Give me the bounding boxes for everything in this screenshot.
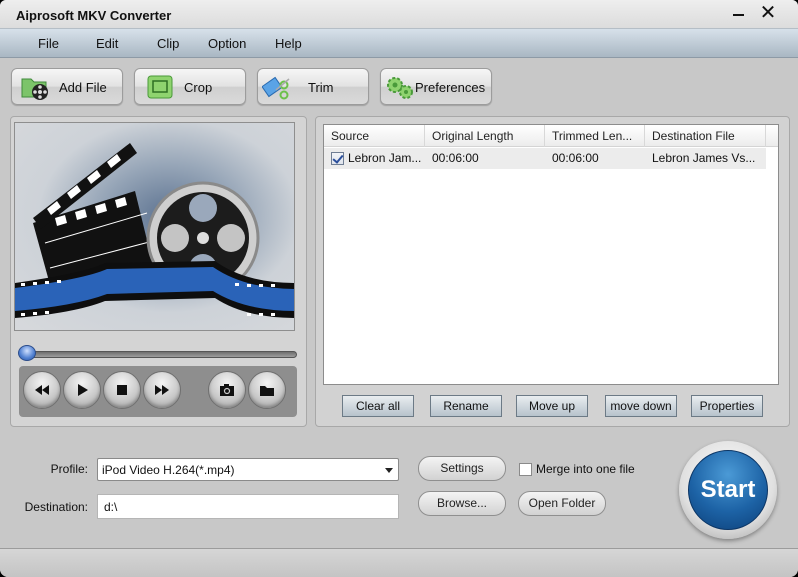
menu-bar: File Edit Clip Option Help [0, 28, 798, 58]
menu-file[interactable]: File [38, 36, 59, 51]
open-folder-output-button[interactable]: Open Folder [518, 491, 606, 516]
rename-button[interactable]: Rename [430, 395, 502, 417]
column-header-source[interactable]: Source [324, 125, 425, 147]
preferences-label: Preferences [415, 80, 486, 95]
profile-label: Profile: [50, 462, 88, 476]
rewind-icon [35, 385, 49, 395]
folder-icon [260, 386, 274, 396]
play-button[interactable] [63, 371, 101, 409]
fast-forward-icon [155, 385, 169, 395]
snapshot-button[interactable] [208, 371, 246, 409]
move-down-button[interactable]: move down [605, 395, 677, 417]
play-icon [78, 384, 88, 396]
add-file-label: Add File [59, 80, 107, 95]
clear-all-button[interactable]: Clear all [342, 395, 414, 417]
file-list[interactable]: Source Original Length Trimmed Len... De… [323, 124, 779, 385]
merge-checkbox[interactable] [519, 463, 532, 476]
seek-bar[interactable] [19, 351, 297, 358]
properties-button[interactable]: Properties [691, 395, 763, 417]
column-header-trimmed-length[interactable]: Trimmed Len... [545, 125, 645, 147]
merge-label: Merge into one file [536, 462, 635, 476]
row-checkbox[interactable] [331, 152, 344, 165]
crop-label: Crop [184, 80, 213, 95]
playback-controls [19, 366, 297, 417]
stop-button[interactable] [103, 371, 141, 409]
trim-label: Trim [308, 80, 334, 95]
app-window: Aiprosoft MKV Converter ✕ File Edit Clip… [0, 0, 798, 577]
rewind-button[interactable] [23, 371, 61, 409]
cell-trimmed-length: 00:06:00 [552, 151, 599, 165]
start-button[interactable]: Start [688, 450, 768, 530]
file-list-panel: Source Original Length Trimmed Len... De… [315, 116, 790, 427]
video-preview [14, 122, 295, 331]
menu-help[interactable]: Help [275, 36, 302, 51]
stop-icon [117, 385, 127, 395]
status-bar [0, 548, 798, 577]
destination-label: Destination: [24, 500, 88, 514]
add-file-button[interactable]: Add File [11, 68, 123, 105]
cell-original-length: 00:06:00 [432, 151, 479, 165]
browse-button[interactable]: Browse... [418, 491, 506, 516]
cell-destination: Lebron James Vs... [652, 151, 756, 165]
list-header: Source Original Length Trimmed Len... De… [324, 125, 778, 147]
trim-button[interactable]: Trim [257, 68, 369, 105]
seek-handle[interactable] [18, 345, 36, 361]
crop-icon [147, 75, 173, 99]
minimize-icon[interactable] [728, 4, 750, 22]
preview-panel [10, 116, 307, 427]
cell-source: Lebron Jam... [348, 151, 422, 165]
menu-edit[interactable]: Edit [96, 36, 118, 51]
title-bar[interactable]: Aiprosoft MKV Converter ✕ [0, 0, 798, 28]
profile-dropdown[interactable]: iPod Video H.264(*.mp4) [97, 458, 399, 481]
table-row[interactable]: Lebron Jam... 00:06:00 00:06:00 Lebron J… [324, 148, 766, 169]
add-file-icon [21, 78, 48, 100]
start-button-ring: Start [679, 441, 777, 539]
window-title: Aiprosoft MKV Converter [16, 8, 172, 23]
crop-button[interactable]: Crop [134, 68, 246, 105]
preferences-button[interactable]: Preferences [380, 68, 492, 105]
clapperboard-film-illustration [15, 143, 294, 318]
profile-value: iPod Video H.264(*.mp4) [102, 463, 235, 477]
fast-forward-button[interactable] [143, 371, 181, 409]
camera-icon [220, 384, 234, 396]
chevron-down-icon [385, 468, 393, 473]
move-up-button[interactable]: Move up [516, 395, 588, 417]
open-folder-button[interactable] [248, 371, 286, 409]
column-header-original-length[interactable]: Original Length [425, 125, 545, 147]
trim-icon [262, 76, 290, 100]
close-icon[interactable]: ✕ [757, 2, 779, 22]
preferences-icon [387, 77, 413, 99]
menu-clip[interactable]: Clip [157, 36, 179, 51]
destination-input[interactable] [97, 494, 399, 519]
settings-button[interactable]: Settings [418, 456, 506, 481]
column-header-destination-file[interactable]: Destination File [645, 125, 766, 147]
menu-option[interactable]: Option [208, 36, 246, 51]
